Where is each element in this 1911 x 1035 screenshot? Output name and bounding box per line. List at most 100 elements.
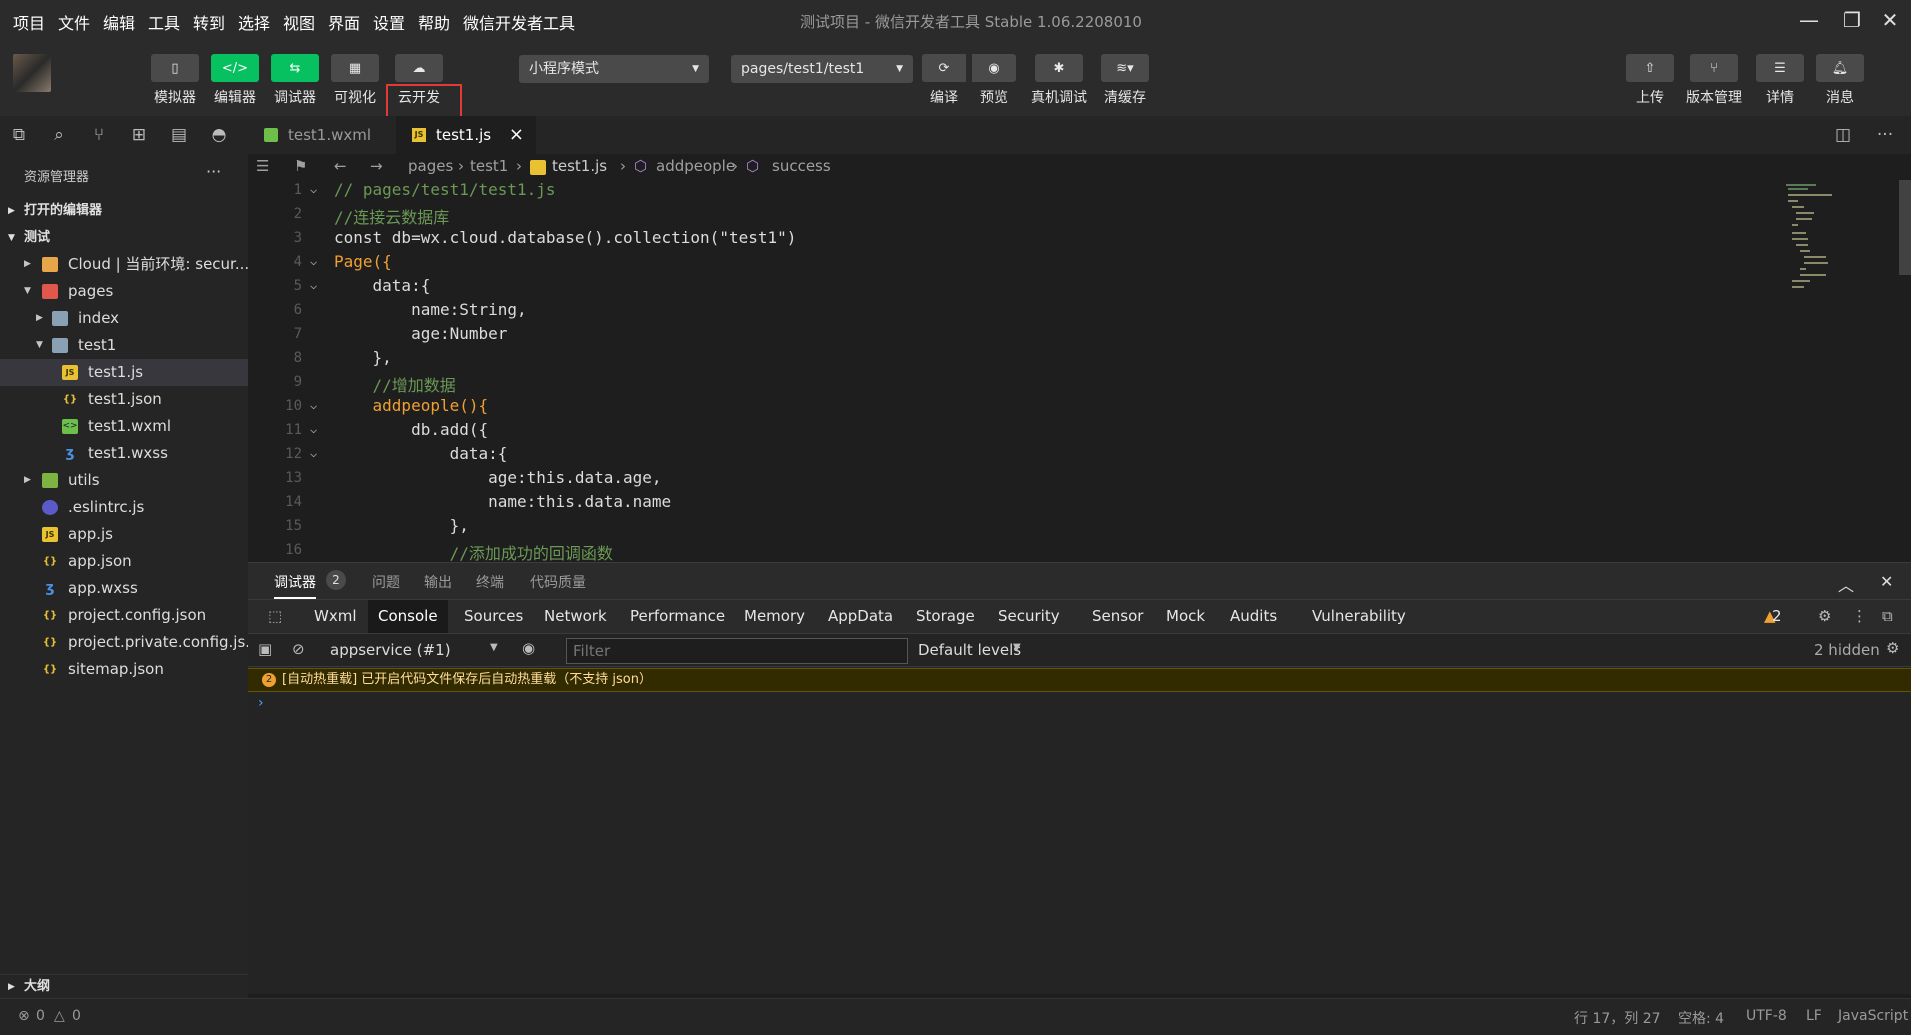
files-icon[interactable]: ⧉ <box>8 124 30 146</box>
breadcrumb-addpeople[interactable]: addpeople <box>656 157 735 175</box>
devtools-tab-security[interactable]: Security <box>988 600 1070 633</box>
tree-item-test1[interactable]: ▼ test1 <box>0 332 248 359</box>
tree-item-test1-json[interactable]: {} test1.json <box>0 386 248 413</box>
sidebar-toggle-icon[interactable]: ▣ <box>258 640 272 658</box>
devtools-tab-wxml[interactable]: Wxml <box>304 600 367 633</box>
simulator-button[interactable]: ▯ 模拟器 <box>148 54 202 107</box>
menu-wechat-devtools[interactable]: 微信开发者工具 <box>463 10 575 34</box>
bookmark-icon[interactable]: ⚑ <box>294 157 307 175</box>
version-button[interactable]: ⑂ 版本管理 <box>1680 54 1748 107</box>
source-control-icon[interactable]: ⑂ <box>88 124 110 146</box>
error-icon[interactable]: ⊗ <box>18 1008 30 1024</box>
devtools-tab-audits[interactable]: Audits <box>1220 600 1287 633</box>
log-levels-select[interactable]: Default levels <box>918 641 1021 659</box>
menu-file[interactable]: 文件 <box>58 10 90 34</box>
breadcrumb-test1-js[interactable]: test1.js <box>552 157 607 175</box>
close-panel-icon[interactable]: ✕ <box>1880 572 1893 591</box>
preview-button[interactable]: ◉ 预览 <box>969 54 1019 107</box>
clear-console-icon[interactable]: ⊘ <box>292 640 305 658</box>
menu-goto[interactable]: 转到 <box>193 10 225 34</box>
tab-output[interactable]: 输出 <box>424 572 452 592</box>
messages-button[interactable]: 🔔︎ 消息 <box>1812 54 1868 107</box>
filter-input[interactable] <box>566 638 908 664</box>
more-icon[interactable]: ··· <box>206 162 221 181</box>
fold-chevron-icon[interactable]: ⌵ <box>310 422 317 436</box>
devtools-tab-network[interactable]: Network <box>534 600 617 633</box>
tab-code-quality[interactable]: 代码质量 <box>530 572 586 592</box>
gear-icon[interactable]: ⚙ <box>1886 639 1899 657</box>
menu-help[interactable]: 帮助 <box>418 10 450 34</box>
minimap[interactable] <box>1786 180 1866 300</box>
inspect-icon[interactable]: ⬚ <box>258 600 292 633</box>
menu-settings[interactable]: 设置 <box>373 10 405 34</box>
dock-icon[interactable]: ⧉ <box>1872 600 1903 633</box>
restore-icon[interactable]: ❐ <box>1832 4 1872 36</box>
mode-select[interactable]: 小程序模式 ▼ <box>519 55 709 83</box>
tab-test1-wxml[interactable]: test1.wxml <box>248 116 396 154</box>
fold-chevron-icon[interactable]: ⌵ <box>310 254 317 268</box>
back-icon[interactable]: ← <box>334 157 347 175</box>
warning-icon[interactable]: △ <box>54 1008 65 1024</box>
breadcrumb-success[interactable]: success <box>772 157 831 175</box>
tree-item-utils[interactable]: ▶ utils <box>0 467 248 494</box>
tree-item-cloud[interactable]: ▶ Cloud | 当前环境: secur... <box>0 251 248 278</box>
devtools-tab-storage[interactable]: Storage <box>906 600 985 633</box>
menu-project[interactable]: 项目 <box>13 10 45 34</box>
real-debug-button[interactable]: ✱ 真机调试 <box>1028 54 1090 107</box>
context-select[interactable]: appservice (#1) <box>330 641 451 659</box>
devtools-tab-appdata[interactable]: AppData <box>818 600 903 633</box>
split-editor-icon[interactable]: ◫ <box>1832 124 1854 146</box>
fold-chevron-icon[interactable]: ⌵ <box>310 446 317 460</box>
tab-problems[interactable]: 问题 <box>372 572 400 592</box>
forward-icon[interactable]: → <box>370 157 383 175</box>
breadcrumb-pages[interactable]: pages <box>408 157 453 175</box>
menu-view[interactable]: 视图 <box>283 10 315 34</box>
cursor-position[interactable]: 行 17，列 27 <box>1574 1008 1661 1028</box>
collapse-panel-icon[interactable]: ︿ <box>1838 572 1854 596</box>
details-button[interactable]: ☰ 详情 <box>1752 54 1808 107</box>
tab-debugger[interactable]: 调试器 <box>274 572 316 599</box>
fold-chevron-icon[interactable]: ⌵ <box>310 398 317 412</box>
devtools-tab-sensor[interactable]: Sensor <box>1082 600 1153 633</box>
search-icon[interactable]: ⌕ <box>48 124 70 146</box>
tree-item-app-wxss[interactable]: ʒ app.wxss <box>0 575 248 602</box>
devtools-tab-vulnerability[interactable]: Vulnerability <box>1302 600 1416 633</box>
devtools-tab-sources[interactable]: Sources <box>454 600 533 633</box>
clear-cache-button[interactable]: ≋▾ 清缓存 <box>1096 54 1154 107</box>
avatar[interactable] <box>13 54 51 92</box>
more-actions-icon[interactable]: ··· <box>1874 124 1896 146</box>
breadcrumb-test1[interactable]: test1 <box>470 157 508 175</box>
eye-icon[interactable]: ◉ <box>522 639 535 657</box>
devtools-tab-mock[interactable]: Mock <box>1156 600 1215 633</box>
menu-selection[interactable]: 选择 <box>238 10 270 34</box>
debugger-button[interactable]: ⇆ 调试器 <box>268 54 322 107</box>
docker-icon[interactable]: ◓ <box>208 124 230 146</box>
chevron-down-icon[interactable]: ▼ <box>490 642 498 653</box>
devtools-tab-memory[interactable]: Memory <box>734 600 815 633</box>
compile-button[interactable]: ⟳ 编译 <box>919 54 969 107</box>
encoding[interactable]: UTF-8 <box>1746 1008 1787 1024</box>
fold-chevron-icon[interactable]: ⌵ <box>310 182 317 196</box>
gear-icon[interactable]: ⚙ <box>1808 600 1841 633</box>
tree-item-test1-js[interactable]: JS test1.js <box>0 359 248 386</box>
close-tab-icon[interactable]: × <box>509 116 524 154</box>
tab-terminal[interactable]: 终端 <box>476 572 504 592</box>
close-window-icon[interactable]: ✕ <box>1870 4 1910 36</box>
tree-item-test1-wxss[interactable]: ʒ test1.wxss <box>0 440 248 467</box>
console-prompt-icon[interactable]: › <box>258 695 264 711</box>
tree-item-project-config[interactable]: {} project.config.json <box>0 602 248 629</box>
storage-icon[interactable]: ▤ <box>168 124 190 146</box>
menu-interface[interactable]: 界面 <box>328 10 360 34</box>
devtools-tab-console[interactable]: Console <box>368 600 448 633</box>
page-select[interactable]: pages/test1/test1 ▼ <box>731 55 913 83</box>
tree-item-app-json[interactable]: {} app.json <box>0 548 248 575</box>
list-icon[interactable]: ☰ <box>256 157 269 175</box>
extensions-icon[interactable]: ⊞ <box>128 124 150 146</box>
tree-item-sitemap[interactable]: {} sitemap.json <box>0 656 248 683</box>
code-editor[interactable]: 1 2 3 4 5 6 7 8 9 10 11 12 13 14 15 16 ⌵… <box>248 180 1911 562</box>
menu-edit[interactable]: 编辑 <box>103 10 135 34</box>
tree-item-pages[interactable]: ▼ pages <box>0 278 248 305</box>
open-editors-section[interactable]: ▶ 打开的编辑器 <box>0 198 248 224</box>
upload-button[interactable]: ⇧ 上传 <box>1622 54 1678 107</box>
language-mode[interactable]: JavaScript <box>1838 1008 1908 1024</box>
